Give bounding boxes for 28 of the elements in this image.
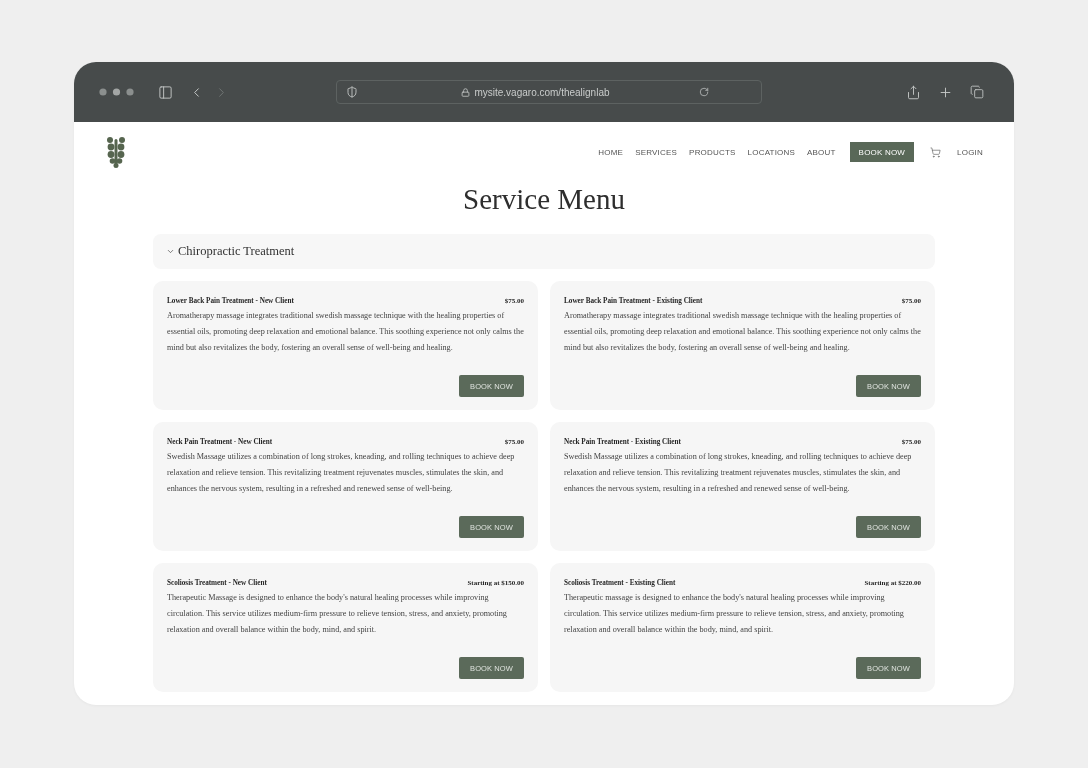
service-description: Therapeutic massage is designed to enhance the body's natural healing processes while improving circulation. This service utilizes medium-firm pressure to relieve tension, stress, and anxiety, promoting relaxation and overall balance within the body, mind, and spirit.: [564, 592, 905, 636]
service-description: Therapeutic Massage is designed to enhance the body's natural healing processes while improving circulation. This service utilizes medium-firm pressure to relieve tension, stress, and anxiety, promoting relaxation and overall balance within the body, mind, and spirit.: [167, 592, 508, 636]
nav-link[interactable]: ABOUT: [807, 147, 836, 157]
sidebar-icon[interactable]: [158, 84, 173, 100]
category-header[interactable]: Chiropractic Treatment: [153, 234, 935, 269]
spine-logo-icon: [106, 136, 126, 168]
service-description: Aromatherapy massage integrates traditional swedish massage technique with the healing properties of essential oils, promoting deep relaxation and emotional balance. This soothing experience not only calms the mind but also revitalizes the body, fostering an overall sense of well-being and healing.: [167, 310, 525, 354]
tabs-overview-icon[interactable]: [970, 85, 984, 99]
share-icon[interactable]: [906, 84, 921, 100]
service-description: Swedish Massage utilizes a combination of long strokes, kneading, and rolling techniques to achieve deep relaxation and relieve tension. This revitalizing treatment rejuvenates muscles, stimulates the skin, and enhances the nervous system, resulting in a refreshed and renewed sense of well-being.: [167, 451, 516, 495]
category-label: Chiropractic Treatment: [178, 244, 295, 259]
book-now-button[interactable]: BOOK NOW: [849, 142, 915, 162]
window-dots-icon[interactable]: [99, 88, 134, 96]
login-link[interactable]: LOGIN: [957, 147, 983, 157]
cart-icon[interactable]: [930, 146, 942, 158]
nav-link[interactable]: SERVICES: [635, 147, 678, 157]
page-title: Service Menu: [463, 182, 625, 217]
shield-icon[interactable]: [346, 86, 358, 98]
lock-icon: [461, 87, 471, 97]
service-description: Swedish Massage utilizes a combination of long strokes, kneading, and rolling techniques to achieve deep relaxation and relieve tension. This revitalizing treatment rejuvenates muscles, stimulates the skin, and enhances the nervous system, resulting in a refreshed and renewed sense of well-being.: [564, 451, 913, 495]
nav-link[interactable]: LOCATIONS: [747, 147, 796, 157]
nav-link[interactable]: HOME: [598, 147, 624, 157]
reload-icon[interactable]: [699, 87, 709, 97]
address-bar[interactable]: mysite.vagaro.com/thealignlab: [336, 80, 762, 104]
service-description: Aromatherapy massage integrates traditional swedish massage technique with the healing properties of essential oils, promoting deep relaxation and emotional balance. This soothing experience not only calms the mind but also revitalizes the body, fostering an overall sense of well-being and healing.: [564, 310, 922, 354]
url-text: mysite.vagaro.com/thealignlab: [474, 86, 610, 98]
new-tab-icon[interactable]: [938, 84, 953, 100]
nav-link[interactable]: PRODUCTS: [689, 147, 736, 157]
